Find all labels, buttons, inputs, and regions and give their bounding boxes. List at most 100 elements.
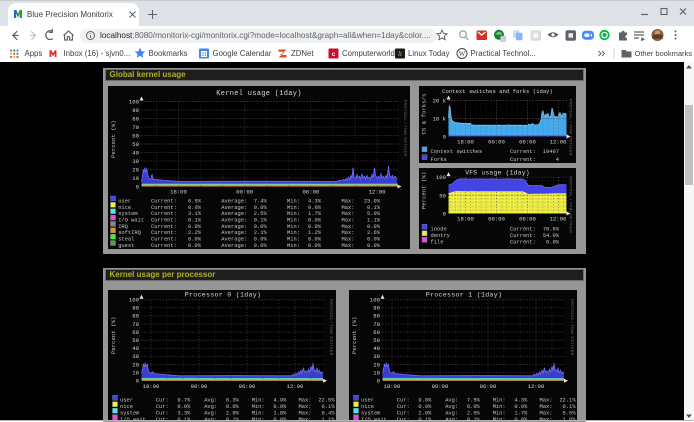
svg-text:12:00: 12:00 bbox=[368, 189, 385, 196]
svg-text:0.1%: 0.1% bbox=[562, 404, 576, 410]
svg-text:6.4%: 6.4% bbox=[321, 410, 335, 416]
svg-text:nice: nice bbox=[118, 205, 131, 211]
svg-text:0.0%: 0.0% bbox=[308, 243, 322, 249]
svg-text:06:00: 06:00 bbox=[479, 382, 496, 389]
svg-text:Current:: Current: bbox=[510, 227, 536, 233]
svg-text:70: 70 bbox=[132, 124, 139, 131]
svg-text:2.5%: 2.5% bbox=[253, 211, 267, 217]
svg-text:Current:: Current: bbox=[510, 149, 536, 155]
svg-text:0.0%: 0.0% bbox=[253, 224, 267, 230]
svg-text:Percent (%): Percent (%) bbox=[351, 316, 358, 354]
svg-text:Avg:: Avg: bbox=[445, 404, 458, 410]
svg-text:50: 50 bbox=[132, 141, 139, 148]
svg-text:06:00: 06:00 bbox=[238, 382, 255, 389]
svg-text:Average:: Average: bbox=[221, 243, 247, 249]
svg-text:VFS usage (1day): VFS usage (1day) bbox=[465, 169, 530, 176]
svg-text:0.1%: 0.1% bbox=[367, 205, 381, 211]
svg-text:0.0%: 0.0% bbox=[466, 404, 480, 410]
svg-text:18:00: 18:00 bbox=[383, 382, 400, 389]
svg-text:inode: inode bbox=[430, 227, 446, 233]
svg-text:ZDNet: ZDNet bbox=[291, 49, 314, 58]
svg-text:3.3%: 3.3% bbox=[177, 410, 191, 416]
svg-text:4.3%: 4.3% bbox=[514, 397, 528, 403]
svg-text:2.0%: 2.0% bbox=[225, 410, 239, 416]
svg-text:Practical Technol...: Practical Technol... bbox=[471, 49, 536, 58]
svg-text:softIRQ: softIRQ bbox=[118, 230, 141, 236]
svg-text:Avg:: Avg: bbox=[445, 410, 458, 416]
svg-text:Computerworld: Computerworld bbox=[342, 49, 395, 58]
svg-text:1.1%: 1.1% bbox=[367, 217, 381, 223]
svg-text:60: 60 bbox=[132, 132, 139, 139]
svg-text:12:00: 12:00 bbox=[549, 139, 566, 146]
svg-text:80: 80 bbox=[373, 312, 380, 319]
svg-text:00:00: 00:00 bbox=[488, 139, 505, 146]
svg-text:Percent (%): Percent (%) bbox=[110, 316, 117, 354]
svg-text:Avg:: Avg: bbox=[204, 410, 217, 416]
svg-text:I/O wait: I/O wait bbox=[118, 217, 144, 223]
svg-text:70: 70 bbox=[373, 320, 380, 327]
svg-text:00:00: 00:00 bbox=[488, 216, 505, 223]
svg-text:54.0%: 54.0% bbox=[542, 233, 559, 239]
svg-text:Current:: Current: bbox=[151, 205, 177, 211]
svg-text:0.0%: 0.0% bbox=[188, 237, 202, 243]
svg-text:Max:: Max: bbox=[539, 410, 552, 416]
svg-text:c: c bbox=[332, 51, 336, 58]
svg-text:7.4%: 7.4% bbox=[253, 198, 267, 204]
svg-text:Current:: Current: bbox=[151, 211, 177, 217]
svg-text:4.9%: 4.9% bbox=[273, 397, 287, 403]
svg-text:20 k: 20 k bbox=[432, 98, 446, 105]
svg-text:Cur:: Cur: bbox=[155, 410, 168, 416]
svg-text:0.5%: 0.5% bbox=[188, 198, 202, 204]
svg-text:Min:: Min: bbox=[492, 410, 505, 416]
svg-text:Current:: Current: bbox=[151, 237, 177, 243]
svg-text:Max:: Max: bbox=[341, 217, 354, 223]
svg-text:0.0%: 0.0% bbox=[188, 224, 202, 230]
svg-text:Cur:: Cur: bbox=[155, 397, 168, 403]
svg-text:nice: nice bbox=[120, 404, 133, 410]
svg-text:Average:: Average: bbox=[221, 205, 247, 211]
svg-text:W: W bbox=[459, 50, 466, 58]
svg-text:70: 70 bbox=[132, 320, 139, 327]
svg-text:Max:: Max: bbox=[539, 404, 552, 410]
svg-text:50: 50 bbox=[132, 337, 139, 344]
svg-text:1.7%: 1.7% bbox=[514, 410, 528, 416]
svg-text:system: system bbox=[361, 410, 380, 416]
svg-text:Min:: Min: bbox=[287, 198, 300, 204]
svg-text:Processor 1 (1day): Processor 1 (1day) bbox=[425, 291, 502, 298]
svg-text:8.3%: 8.3% bbox=[225, 397, 239, 403]
svg-text:Current:: Current: bbox=[151, 217, 177, 223]
svg-text:5.0%: 5.0% bbox=[367, 211, 381, 217]
svg-text:0.0%: 0.0% bbox=[188, 243, 202, 249]
svg-text:Average:: Average: bbox=[221, 211, 247, 217]
svg-text:5.5%: 5.5% bbox=[562, 410, 576, 416]
svg-text:90: 90 bbox=[132, 304, 139, 311]
svg-text:20: 20 bbox=[373, 361, 380, 368]
svg-text:0.0%: 0.0% bbox=[253, 205, 267, 211]
svg-text:Average:: Average: bbox=[221, 237, 247, 243]
svg-text:50: 50 bbox=[439, 192, 446, 199]
svg-text:100: 100 bbox=[435, 174, 446, 181]
svg-text:20: 20 bbox=[132, 361, 139, 368]
svg-text:Avg:: Avg: bbox=[204, 404, 217, 410]
svg-text:Max:: Max: bbox=[341, 237, 354, 243]
svg-text:Current:: Current: bbox=[151, 224, 177, 230]
svg-text:0.0%: 0.0% bbox=[308, 217, 322, 223]
svg-text:18:00: 18:00 bbox=[457, 216, 474, 223]
svg-text:12:00: 12:00 bbox=[549, 216, 566, 223]
svg-text:RRDTOOL / TOBI OETIKER: RRDTOOL / TOBI OETIKER bbox=[570, 298, 575, 355]
svg-text:Max:: Max: bbox=[298, 397, 311, 403]
svg-text:18:00: 18:00 bbox=[170, 189, 187, 196]
svg-text:Max:: Max: bbox=[298, 404, 311, 410]
svg-text:0.0%: 0.0% bbox=[514, 404, 528, 410]
svg-text:4.3%: 4.3% bbox=[308, 198, 322, 204]
svg-text:Min:: Min: bbox=[492, 397, 505, 403]
svg-text:40: 40 bbox=[132, 345, 139, 352]
svg-text:system: system bbox=[118, 211, 137, 217]
svg-text:0.0%: 0.0% bbox=[308, 224, 322, 230]
svg-text:0.0%: 0.0% bbox=[253, 237, 267, 243]
svg-text:100: 100 bbox=[128, 296, 139, 303]
svg-text:Min:: Min: bbox=[287, 217, 300, 223]
svg-text:0.1%: 0.1% bbox=[188, 217, 202, 223]
svg-text:12:00: 12:00 bbox=[286, 382, 303, 389]
svg-text:12:00: 12:00 bbox=[527, 382, 544, 389]
